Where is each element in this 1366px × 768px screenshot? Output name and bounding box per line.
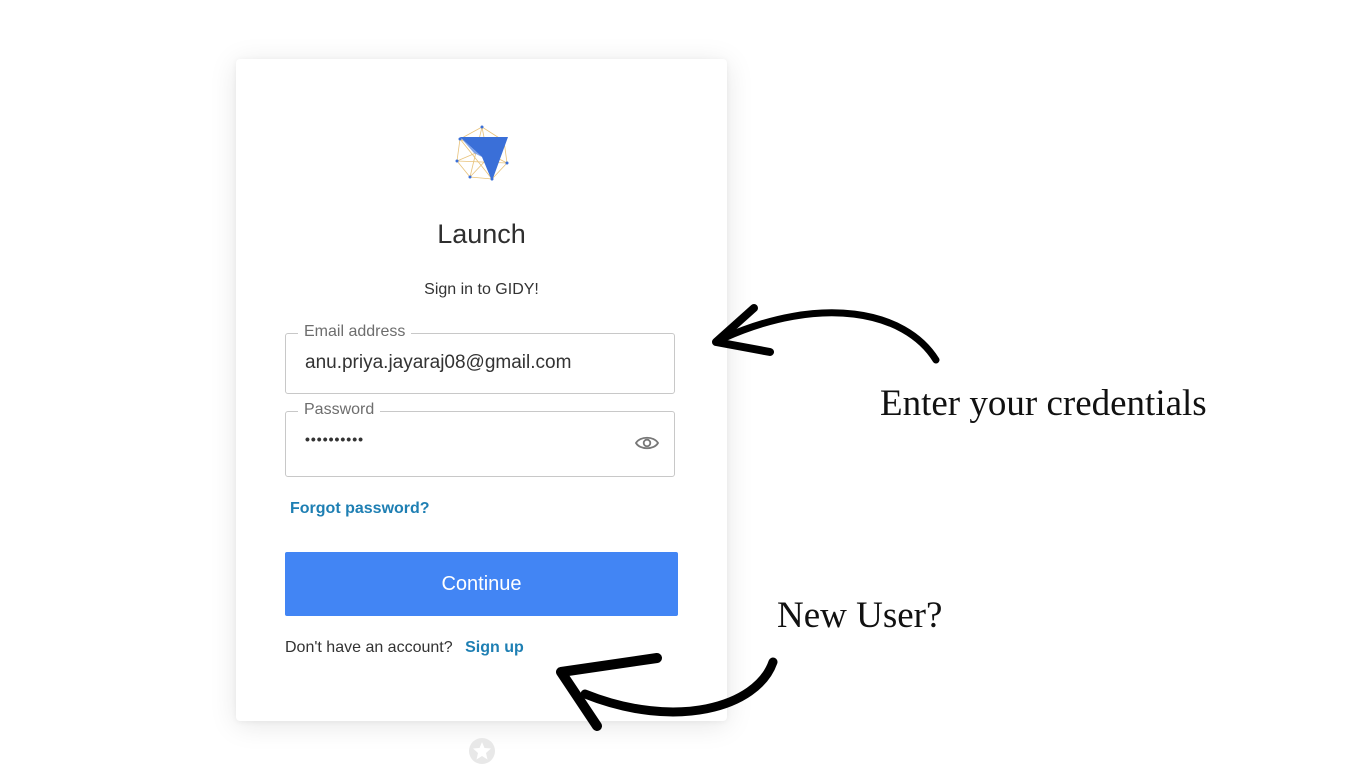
- email-value[interactable]: anu.priya.jayaraj08@gmail.com: [305, 352, 571, 374]
- page-title: Launch: [437, 219, 526, 249]
- credentials-callout: Enter your credentials: [880, 383, 1207, 424]
- page-subtitle: Sign in to GIDY!: [424, 281, 539, 298]
- password-label: Password: [298, 401, 381, 419]
- continue-button[interactable]: Continue: [285, 552, 678, 616]
- signup-link[interactable]: Sign up: [465, 639, 524, 656]
- gidy-logo-icon: [455, 125, 509, 181]
- password-field[interactable]: Password ••••••••••: [285, 401, 675, 477]
- forgot-password-link[interactable]: Forgot password?: [290, 500, 430, 518]
- signup-row: Don't have an account? Sign up: [285, 639, 524, 657]
- signup-prompt: Don't have an account?: [285, 639, 453, 656]
- arrow-to-credentials-icon: [712, 304, 940, 364]
- arrow-to-signup-icon: [556, 653, 778, 731]
- login-card: Launch Sign in to GIDY! Email address an…: [236, 59, 727, 721]
- email-field[interactable]: Email address anu.priya.jayaraj08@gmail.…: [285, 323, 675, 394]
- email-label: Email address: [298, 323, 412, 341]
- new-user-callout: New User?: [777, 595, 943, 636]
- star-badge-icon: [469, 738, 495, 764]
- eye-icon[interactable]: [635, 433, 659, 453]
- password-value[interactable]: ••••••••••: [305, 431, 364, 447]
